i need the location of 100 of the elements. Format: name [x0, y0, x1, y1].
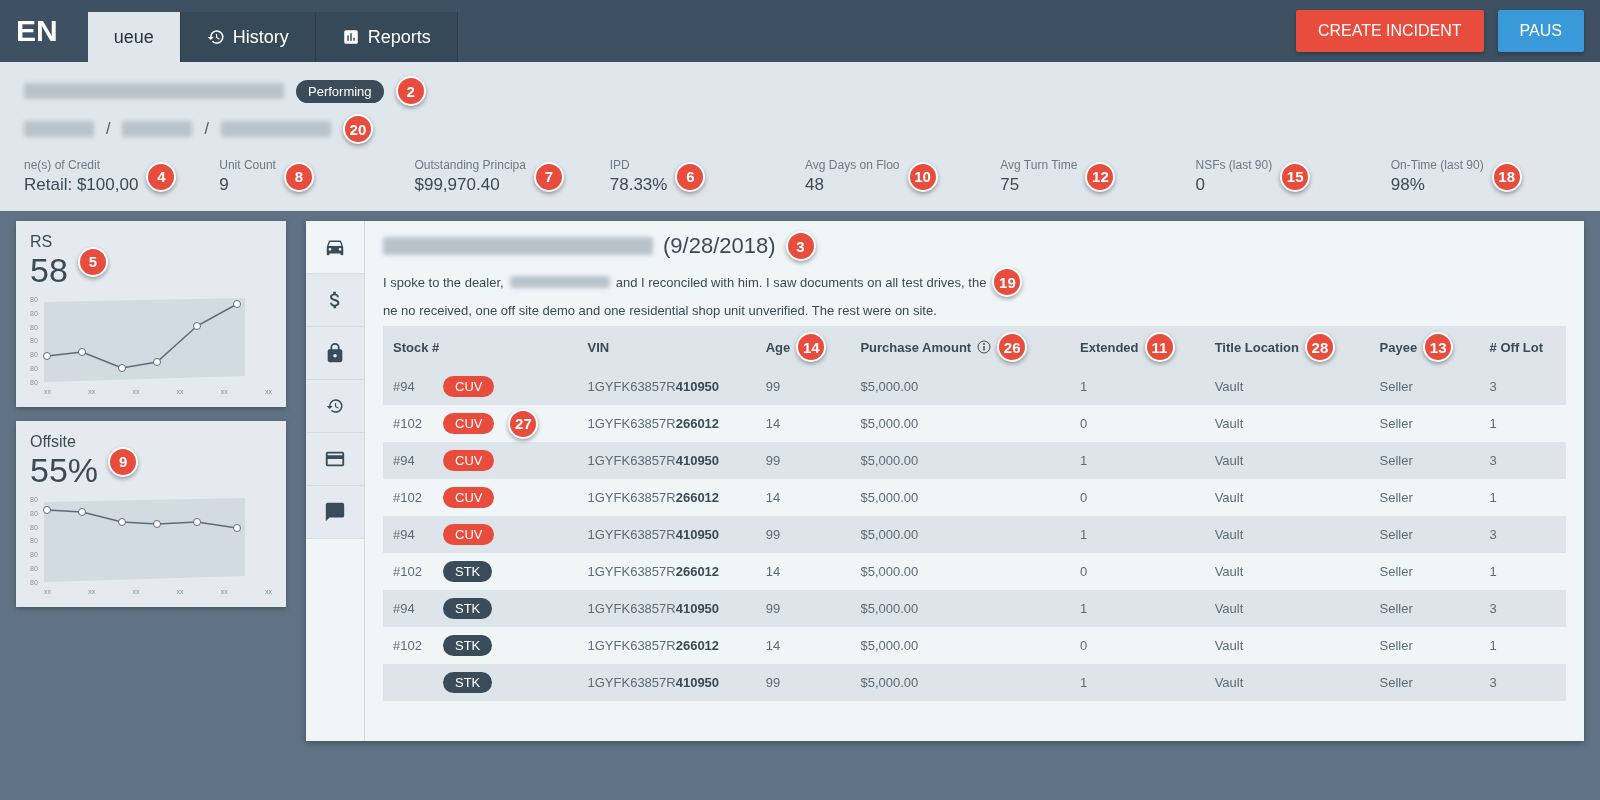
callout-marker: 7 [533, 161, 564, 192]
callout-marker: 5 [77, 246, 108, 277]
stock-number: #94 [393, 453, 416, 468]
stock-type-tag: CUV [443, 524, 495, 545]
data-point [152, 520, 161, 528]
table-cell: 99 [755, 368, 851, 405]
stat-value: 98% [1390, 175, 1426, 195]
note-text: I spoke to the dealer, [383, 274, 504, 290]
table-cell: $5,000.00 [850, 664, 1070, 701]
nav-tab[interactable]: ueue [87, 12, 181, 62]
note-date: (9/28/2018) [663, 233, 776, 259]
table-cell: 1 [1070, 664, 1205, 701]
side-tab[interactable] [306, 221, 364, 274]
table-cell: Vault [1204, 368, 1370, 405]
callout-marker: 9 [108, 446, 139, 477]
callout-marker: 26 [997, 332, 1028, 362]
table-cell: 1 [1070, 590, 1205, 627]
callout-marker: 11 [1144, 332, 1175, 362]
table-cell: Vault [1204, 405, 1370, 442]
callout-marker: 19 [992, 267, 1023, 297]
stock-number: #102 [393, 638, 423, 653]
table-cell: 0 [1070, 405, 1205, 442]
table-cell: 3 [1479, 590, 1566, 627]
stat-label: Outstanding Principa [414, 158, 526, 172]
stock-type-tag: CUV [443, 376, 495, 397]
callout-marker: 15 [1280, 161, 1311, 192]
column-header: Stock # [393, 339, 440, 355]
callout-marker: 27 [508, 408, 539, 439]
table-cell: 1GYFK63857R410950 [577, 442, 756, 479]
table-cell: $5,000.00 [850, 553, 1070, 590]
metric-value: 55% [30, 451, 99, 490]
history-icon [326, 397, 344, 415]
data-point [192, 518, 201, 526]
table-cell: $5,000.00 [850, 479, 1070, 516]
table-cell: Seller [1369, 516, 1480, 553]
stock-type-tag: CUV [443, 487, 495, 508]
metric-title: RS [30, 233, 54, 251]
side-tab[interactable] [306, 433, 364, 486]
stat-label: Avg Turn Time [1000, 158, 1078, 172]
callout-marker: 2 [395, 76, 426, 106]
side-tab[interactable] [306, 486, 364, 539]
column-header: Title Location [1214, 339, 1299, 355]
stat-value: $99,970.40 [414, 175, 501, 195]
stock-type-tag: CUV [443, 450, 495, 471]
table-cell: $5,000.00 [850, 405, 1070, 442]
side-tab[interactable] [306, 327, 364, 380]
callout-marker: 20 [342, 114, 373, 144]
table-cell: 3 [1479, 368, 1566, 405]
table-cell: 3 [1479, 516, 1566, 553]
action-button[interactable]: CREATE INCIDENT [1295, 10, 1484, 52]
table-cell: 1GYFK63857R410950 [577, 664, 756, 701]
stat-label: NSFs (last 90) [1195, 158, 1273, 172]
data-point [77, 508, 86, 516]
stock-number: #94 [393, 527, 416, 542]
table-cell: 1 [1479, 479, 1566, 516]
nav-tab[interactable]: Reports [315, 12, 458, 62]
stat-value: Retail: $100,00 [24, 175, 139, 195]
table-cell: 0 [1070, 479, 1205, 516]
stat-value: 48 [805, 175, 825, 195]
callout-marker: 12 [1085, 161, 1116, 192]
table-cell: 14 [755, 479, 851, 516]
metric-value: 58 [30, 251, 68, 290]
callout-marker: 3 [785, 231, 816, 261]
data-point [42, 352, 51, 360]
stat-value: 9 [219, 175, 230, 195]
data-point [117, 518, 126, 526]
column-header: # Off Lot [1489, 339, 1544, 355]
stock-number: #94 [393, 379, 416, 394]
stock-type-tag: STK [443, 672, 493, 693]
stock-type-tag: CUV [443, 413, 495, 434]
column-header: Age [765, 339, 791, 355]
table-cell: 14 [755, 553, 851, 590]
stat-value: 78.33% [609, 175, 668, 195]
callout-marker: 6 [675, 161, 706, 192]
column-header: VIN [587, 339, 610, 355]
table-cell: Vault [1204, 627, 1370, 664]
table-cell: 1GYFK63857R266012 [577, 479, 756, 516]
stat-label: Avg Days on Floo [805, 158, 900, 172]
breadcrumb-separator: / [106, 120, 111, 138]
table-cell: Seller [1369, 627, 1480, 664]
column-header: Payee [1379, 339, 1418, 355]
table-cell: 1 [1479, 553, 1566, 590]
table-cell: 1 [1479, 405, 1566, 442]
table-cell: $5,000.00 [850, 442, 1070, 479]
data-point [232, 300, 241, 308]
table-cell: 0 [1070, 627, 1205, 664]
table-cell: Seller [1369, 664, 1480, 701]
callout-marker: 28 [1304, 332, 1335, 362]
stock-number: #102 [393, 564, 423, 579]
stock-type-tag: STK [443, 561, 493, 582]
redacted-text [122, 121, 193, 137]
callout-marker: 4 [146, 161, 177, 192]
nav-tab[interactable]: History [180, 12, 316, 62]
stock-type-tag: STK [443, 635, 493, 656]
stat-label: Unit Count [219, 158, 276, 172]
table-cell: 1GYFK63857R410950 [577, 590, 756, 627]
bar-chart-icon [341, 28, 360, 46]
table-cell: Seller [1369, 553, 1480, 590]
note-text: and I reconciled with him. I saw documents on all test drives, the [615, 274, 987, 290]
status-badge: Performing [296, 79, 384, 103]
